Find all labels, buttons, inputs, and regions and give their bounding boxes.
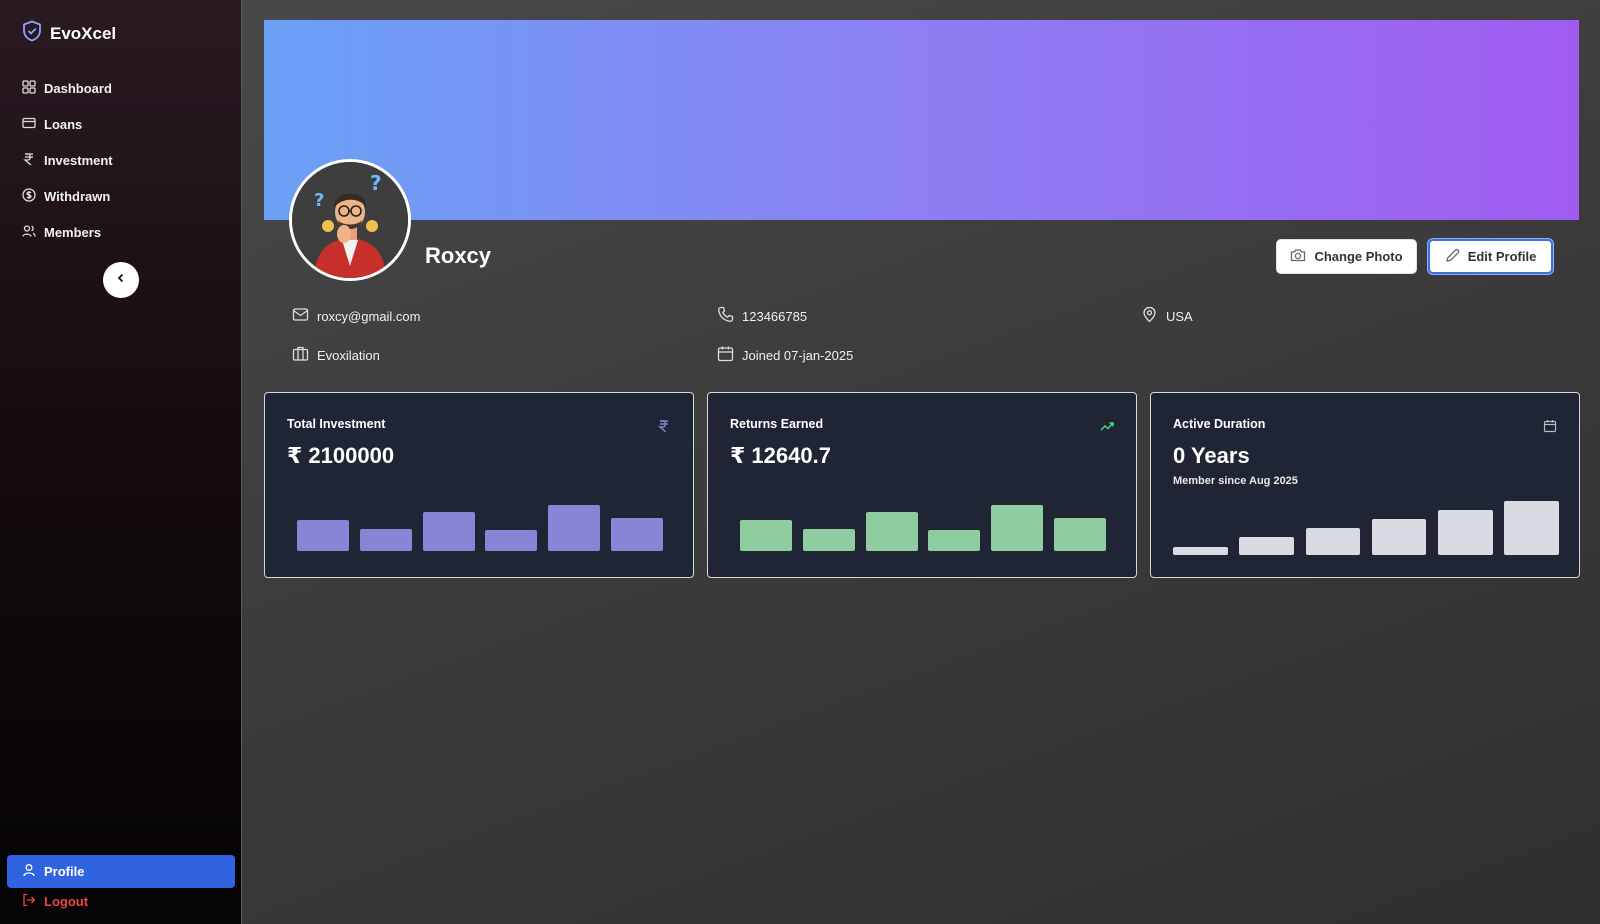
change-photo-button[interactable]: Change Photo [1276, 239, 1417, 274]
email-info: roxcy@gmail.com [292, 306, 421, 326]
returns-bar-chart [740, 501, 1106, 551]
chart-bar [422, 512, 475, 551]
chart-bar [991, 505, 1044, 551]
chart-bar [1054, 518, 1106, 551]
logout-button[interactable]: Logout [22, 893, 88, 910]
shield-icon [22, 20, 42, 47]
sidebar-item-label: Dashboard [44, 80, 112, 96]
company-info: Evoxilation [292, 345, 380, 365]
returns-earned-card: Returns Earned ₹ 12640.7 [707, 392, 1137, 578]
brand[interactable]: EvoXcel [22, 20, 116, 47]
card-title: Active Duration [1173, 417, 1266, 431]
sidebar-item-label: Loans [44, 116, 83, 132]
investment-bar-chart [297, 501, 663, 551]
brand-name: EvoXcel [50, 23, 117, 43]
rupee-icon [22, 152, 36, 169]
chart-bar [548, 505, 601, 551]
sidebar-nav: Dashboard Loans Investment Withdrawn Mem… [0, 70, 242, 250]
sidebar-item-withdrawn[interactable]: Withdrawn [0, 178, 242, 214]
edit-profile-button[interactable]: Edit Profile [1428, 239, 1553, 274]
svg-text:?: ? [314, 190, 324, 211]
avatar-illustration: ? ? [292, 162, 408, 278]
chart-bar [928, 530, 981, 551]
calendar-icon [1543, 419, 1557, 433]
location-info: USA [1141, 306, 1193, 326]
change-photo-label: Change Photo [1314, 249, 1403, 264]
profile-banner [264, 20, 1579, 220]
user-icon [22, 863, 36, 880]
chart-bar [1504, 501, 1559, 555]
joined-info: Joined 07-jan-2025 [717, 345, 853, 365]
chart-bar [1438, 510, 1493, 555]
users-icon [22, 224, 36, 241]
mail-icon [292, 306, 309, 326]
map-pin-icon [1141, 306, 1158, 326]
sidebar-item-members[interactable]: Members [0, 214, 242, 250]
card-value: ₹ 12640.7 [730, 443, 831, 468]
duration-bar-chart [1173, 501, 1559, 555]
chevron-left-icon [115, 271, 127, 289]
chart-bar [802, 528, 855, 551]
sidebar-item-investment[interactable]: Investment [0, 142, 242, 178]
card-title: Returns Earned [730, 417, 824, 431]
joined-value: Joined 07-jan-2025 [742, 347, 854, 363]
chart-bar [1173, 546, 1228, 555]
phone-icon [717, 306, 734, 326]
card-value: ₹ 2100000 [287, 443, 395, 468]
chart-bar [611, 518, 663, 551]
svg-text:?: ? [370, 171, 382, 195]
email-value: roxcy@gmail.com [317, 308, 421, 324]
sidebar-item-label: Withdrawn [44, 188, 111, 204]
dashboard-icon [22, 79, 36, 97]
pencil-icon [1445, 248, 1460, 266]
collapse-sidebar-button[interactable] [103, 262, 139, 298]
chart-bar [740, 520, 792, 551]
chart-bar [865, 512, 918, 551]
trending-up-icon [1100, 419, 1114, 433]
chart-bar [359, 528, 412, 551]
phone-info: 123466785 [717, 306, 807, 326]
sidebar-item-loans[interactable]: Loans [0, 106, 242, 142]
dollar-circle-icon [22, 187, 36, 205]
card-title: Total Investment [287, 417, 386, 431]
chart-bar [485, 530, 538, 551]
logout-label: Logout [44, 894, 89, 909]
location-value: USA [1166, 308, 1193, 324]
rupee-icon [657, 419, 671, 433]
chart-bar [297, 520, 349, 551]
sidebar-item-label: Investment [44, 152, 113, 168]
sidebar-item-label: Profile [44, 864, 85, 879]
credit-card-icon [22, 116, 36, 133]
company-value: Evoxilation [317, 347, 380, 363]
profile-name: Roxcy [425, 243, 492, 268]
logout-icon [22, 893, 36, 910]
total-investment-card: Total Investment ₹ 2100000 [264, 392, 694, 578]
active-duration-card: Active Duration 0 Years Member since Aug… [1150, 392, 1580, 578]
camera-icon [1290, 248, 1306, 265]
sidebar-item-label: Members [44, 224, 102, 240]
chart-bar [1239, 537, 1294, 555]
briefcase-icon [292, 345, 309, 365]
card-value: 0 Years [1173, 443, 1250, 468]
card-subtitle: Member since Aug 2025 [1173, 475, 1298, 487]
sidebar: EvoXcel Dashboard Loans Investment Withd… [0, 0, 242, 924]
sidebar-item-dashboard[interactable]: Dashboard [0, 70, 242, 106]
calendar-icon [717, 345, 734, 365]
edit-profile-label: Edit Profile [1467, 249, 1537, 264]
chart-bar [1305, 528, 1361, 555]
chart-bar [1371, 518, 1427, 555]
phone-value: 123466785 [742, 308, 808, 324]
sidebar-item-profile[interactable]: Profile [7, 855, 235, 888]
avatar[interactable]: ? ? [289, 159, 411, 281]
